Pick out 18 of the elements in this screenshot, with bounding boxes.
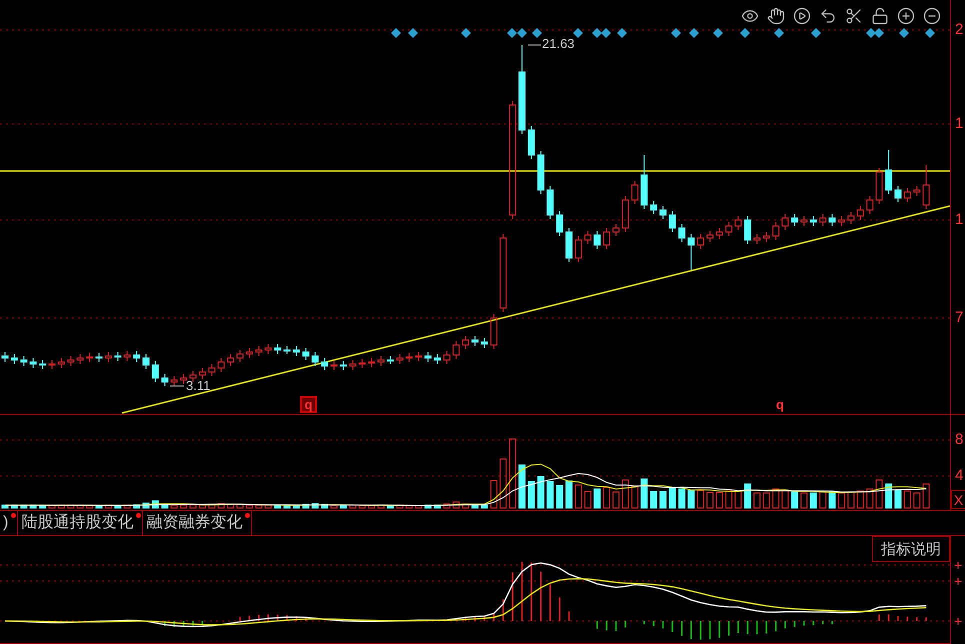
axis-label: + [954, 614, 962, 628]
axis-label: + [954, 558, 962, 572]
indicator-info-button[interactable]: 指标说明 [872, 536, 950, 562]
marker-label: q [776, 398, 784, 411]
marker-label: q [300, 396, 317, 413]
tab[interactable]: 陆股通持股变化 [18, 511, 136, 535]
axis-label: 4 [955, 468, 964, 483]
tab[interactable]: 融资融券变化 [143, 511, 246, 535]
close-button[interactable]: X [951, 490, 965, 509]
axis-label: 7 [955, 310, 964, 325]
high-price-label: 21.63 [542, 37, 575, 50]
axis-label: 2 [955, 22, 964, 37]
axis-label: 8 [955, 432, 964, 447]
axis-label: 1 [955, 212, 964, 227]
axis-label: + [954, 574, 962, 588]
low-price-label: 3.11 [186, 379, 210, 392]
axis-label: 1 [955, 116, 964, 131]
tab[interactable]: ) [0, 511, 12, 535]
